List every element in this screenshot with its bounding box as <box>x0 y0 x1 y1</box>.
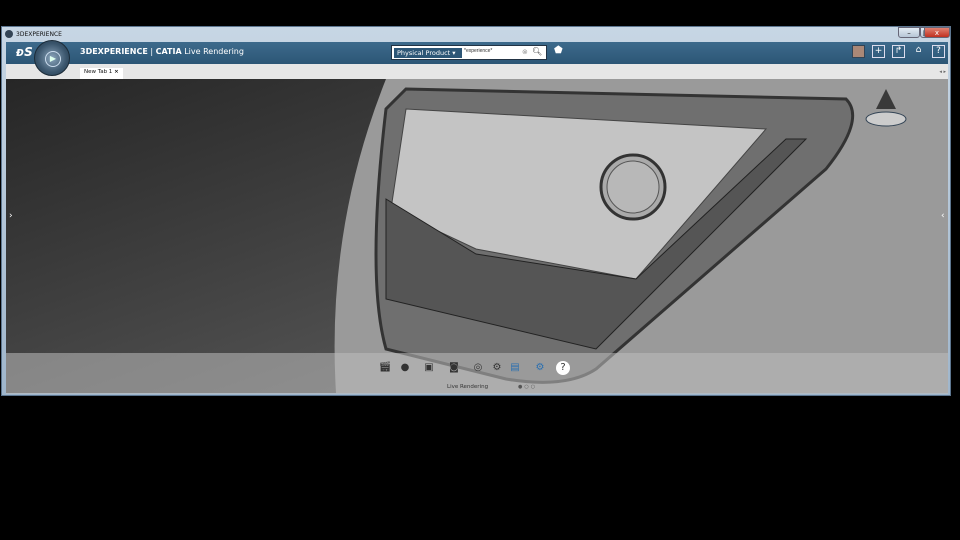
user-avatar[interactable] <box>852 45 865 58</box>
tag-icon[interactable]: ⬟ <box>554 45 563 56</box>
action-bar-label: Live Rendering <box>447 384 489 390</box>
close-tab-icon[interactable]: × <box>114 69 119 75</box>
left-panel-toggle[interactable]: › <box>9 211 13 221</box>
title-bar: 3DEXPERIENCE – □ x <box>2 27 950 41</box>
clear-icon[interactable]: ⊗ <box>522 48 528 56</box>
gear-doc-icon[interactable]: ⚙ <box>533 361 547 375</box>
close-button[interactable]: x <box>924 27 950 38</box>
search-input[interactable] <box>464 48 520 54</box>
play-icon[interactable]: ▶ <box>45 51 61 67</box>
render-icon[interactable]: ◎ <box>471 361 485 375</box>
ds-logo-icon: ᴆS <box>16 45 33 59</box>
car-grille-model <box>334 79 948 393</box>
window-title: 3DEXPERIENCE <box>16 31 62 38</box>
environment-icon[interactable]: ● <box>398 361 412 375</box>
compass[interactable]: ▶ <box>34 40 70 76</box>
tab-scroll-arrows[interactable]: ◂ ▸ <box>939 69 946 75</box>
app-window: 3DEXPERIENCE – □ x ᴆS 3DEXPERIENCE | CAT… <box>1 26 951 396</box>
help-icon[interactable]: ? <box>932 45 945 58</box>
tab-new-tab-1[interactable]: New Tab 1 × <box>80 68 123 79</box>
action-bar: 🎬︎ ● ▣ ◙ ◎ ⚙ ▤ ⚙ ? Live Rendering ●○○ <box>6 353 948 394</box>
app-logo-icon <box>5 30 13 38</box>
clapperboard-icon[interactable]: 🎬︎ <box>378 361 392 375</box>
camera-icon[interactable]: ◙ <box>447 361 461 375</box>
right-panel-toggle[interactable]: ‹ <box>941 211 945 221</box>
help-icon[interactable]: ? <box>556 361 570 375</box>
tab-bar: New Tab 1 × ◂ ▸ <box>6 64 948 79</box>
database-icon[interactable]: ▤ <box>508 361 522 375</box>
search-icon[interactable]: 🔍︎ <box>532 47 542 56</box>
page-dots[interactable]: ●○○ <box>518 384 537 390</box>
settings-icon[interactable]: ⚙ <box>490 361 504 375</box>
image-icon[interactable]: ▣ <box>422 361 436 375</box>
app-title: 3DEXPERIENCE | CATIA Live Rendering <box>80 47 244 56</box>
search-bar: Physical Product ▾ ⊗ 🔍︎ <box>391 45 547 60</box>
share-icon[interactable]: ↱ <box>892 45 905 58</box>
3d-viewport[interactable] <box>6 79 948 393</box>
top-bar: ᴆS 3DEXPERIENCE | CATIA Live Rendering P… <box>6 42 948 64</box>
home-icon[interactable]: ⌂ <box>912 45 925 58</box>
search-type-dropdown[interactable]: Physical Product ▾ <box>394 48 462 58</box>
add-icon[interactable]: + <box>872 45 885 58</box>
minimize-button[interactable]: – <box>898 27 920 38</box>
